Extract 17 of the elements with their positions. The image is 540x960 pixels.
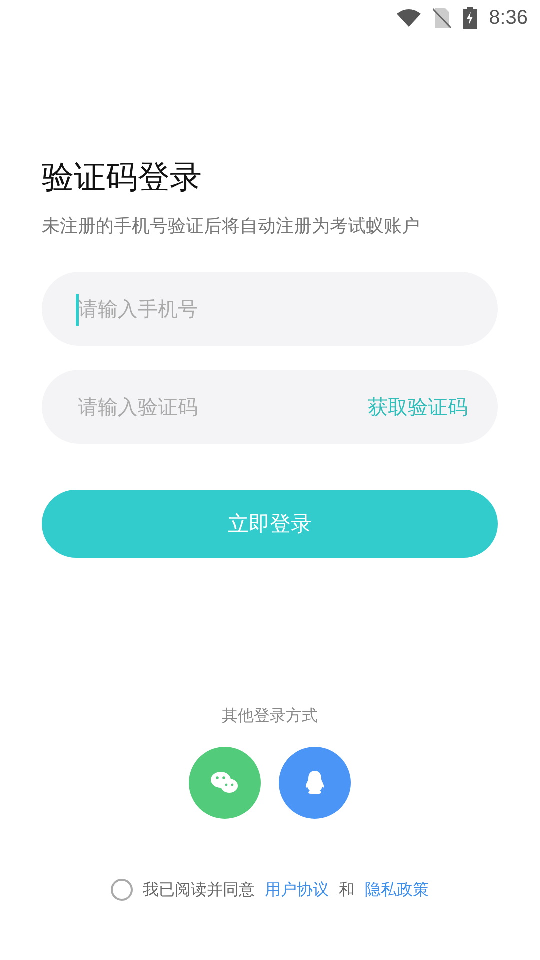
chat-bubbles-icon <box>211 771 239 795</box>
no-sim-icon <box>433 8 452 28</box>
clock-time: 8:36 <box>489 6 528 30</box>
joiner-text: 和 <box>339 880 355 900</box>
privacy-policy-link[interactable]: 隐私政策 <box>365 880 429 900</box>
login-button[interactable]: 立即登录 <box>42 490 498 558</box>
subtitle: 未注册的手机号验证后将自动注册为考试蚁账户 <box>42 215 421 238</box>
battery-charging-icon <box>463 7 478 29</box>
penguin-icon <box>304 770 326 796</box>
agreement-text: 我已阅读并同意 <box>143 880 255 900</box>
agree-checkbox[interactable] <box>111 879 133 901</box>
other-login-label: 其他登录方式 <box>221 706 319 727</box>
phone-input-field[interactable]: 请输入手机号 <box>42 272 498 346</box>
page-title: 验证码登录 <box>42 157 203 198</box>
get-code-button[interactable]: 获取验证码 <box>368 394 468 420</box>
user-agreement-link[interactable]: 用户协议 <box>265 880 329 900</box>
wifi-icon <box>397 9 422 27</box>
